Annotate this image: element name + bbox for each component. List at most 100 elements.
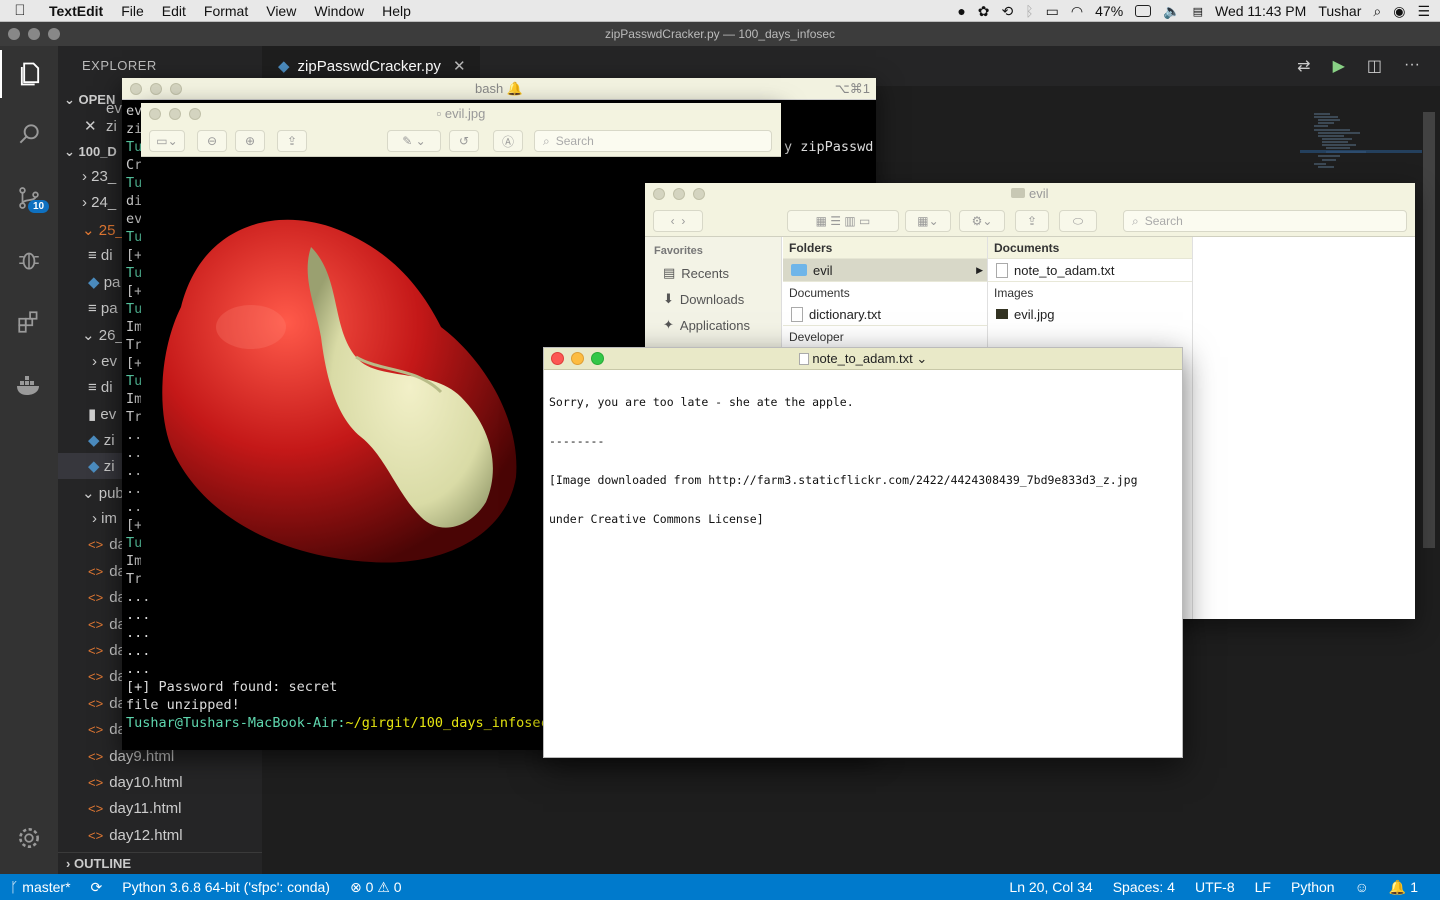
minimize-button[interactable] bbox=[150, 83, 162, 95]
preview-search-input[interactable]: ⌕ Search bbox=[534, 130, 772, 152]
folder-row-evil[interactable]: evil ▶ bbox=[783, 259, 987, 281]
tags-button[interactable]: ⬭ bbox=[1059, 210, 1097, 232]
menu-app-name[interactable]: TextEdit bbox=[40, 3, 112, 19]
sidebar-item-applications[interactable]: ✦ Applications bbox=[663, 317, 750, 333]
wifi-icon[interactable]: ◠ bbox=[1071, 3, 1083, 20]
minimize-button[interactable] bbox=[169, 108, 181, 120]
minimize-button[interactable] bbox=[571, 352, 584, 365]
input-flag-icon[interactable]: ▤ bbox=[1193, 5, 1203, 18]
menu-format[interactable]: Format bbox=[195, 3, 257, 19]
airplay-icon[interactable]: ▭ bbox=[1046, 3, 1059, 20]
tree-item-3[interactable]: › 24_ bbox=[82, 194, 116, 211]
language-mode[interactable]: Python bbox=[1281, 879, 1345, 895]
siri-icon[interactable]: ◉ bbox=[1393, 3, 1405, 20]
tree-item-11[interactable]: ▮ ev bbox=[88, 405, 116, 423]
minimize-button[interactable] bbox=[673, 188, 685, 200]
cursor-position[interactable]: Ln 20, Col 34 bbox=[999, 879, 1102, 895]
tree-item-26[interactable]: <> day11.html bbox=[88, 800, 181, 817]
notifications[interactable]: 🔔 1 bbox=[1379, 879, 1428, 896]
file-row-evil-jpg[interactable]: evil.jpg bbox=[988, 303, 1192, 325]
indentation[interactable]: Spaces: 4 bbox=[1103, 879, 1185, 895]
group-button[interactable]: ▦⌄ bbox=[905, 210, 951, 232]
clock[interactable]: Wed 11:43 PM bbox=[1215, 3, 1306, 19]
close-tab-icon[interactable]: ✕ bbox=[453, 57, 466, 75]
textedit-document-body[interactable]: Sorry, you are too late - she ate the ap… bbox=[549, 370, 1138, 552]
tree-item-4[interactable]: ⌄ 25_ bbox=[82, 221, 124, 239]
explorer-icon[interactable] bbox=[0, 50, 58, 98]
battery-icon[interactable] bbox=[1135, 5, 1152, 17]
file-row-dictionary[interactable]: dictionary.txt bbox=[783, 303, 987, 325]
spotlight-icon[interactable]: ⌕ bbox=[1373, 3, 1381, 20]
tree-item-6[interactable]: ◆ pa bbox=[88, 273, 120, 291]
tree-item-14[interactable]: ⌄ pub bbox=[82, 484, 124, 502]
tree-item-16[interactable]: <> da bbox=[88, 536, 126, 553]
feedback-icon[interactable]: ☺ bbox=[1345, 879, 1379, 895]
tree-item-18[interactable]: <> da bbox=[88, 589, 126, 606]
end-of-line[interactable]: LF bbox=[1245, 879, 1281, 895]
encoding[interactable]: UTF-8 bbox=[1185, 879, 1245, 895]
user-name[interactable]: Tushar bbox=[1318, 3, 1361, 19]
open-changes-icon[interactable]: ⇄ bbox=[1297, 56, 1310, 76]
outline-section[interactable]: › OUTLINE bbox=[58, 852, 262, 874]
share-button[interactable]: ⇪ bbox=[277, 130, 307, 152]
tree-item-7[interactable]: ≡ pa bbox=[88, 300, 118, 317]
tree-item-5[interactable]: ≡ di bbox=[88, 247, 113, 264]
extensions-icon[interactable] bbox=[0, 298, 58, 346]
problems-indicator[interactable]: ⊗ 0 ⚠ 0 bbox=[340, 879, 412, 896]
menu-edit[interactable]: Edit bbox=[153, 3, 195, 19]
textedit-window[interactable]: note_to_adam.txt ⌄ Sorry, you are too la… bbox=[543, 347, 1183, 758]
tree-item-1[interactable]: zi bbox=[106, 118, 117, 135]
tree-item-10[interactable]: ≡ di bbox=[88, 379, 113, 396]
tree-item-2[interactable]: › 23_ bbox=[82, 168, 116, 185]
notification-center-icon[interactable]: ☰ bbox=[1417, 3, 1430, 20]
run-icon[interactable]: ▶ bbox=[1333, 56, 1345, 76]
file-row-note-to-adam[interactable]: note_to_adam.txt bbox=[988, 259, 1192, 281]
tree-item-19[interactable]: <> da bbox=[88, 616, 126, 633]
zoom-button[interactable] bbox=[591, 352, 604, 365]
rotate-button[interactable]: ↺ bbox=[449, 130, 479, 152]
search-icon[interactable] bbox=[0, 110, 58, 158]
close-button[interactable] bbox=[130, 83, 142, 95]
battery-percent[interactable]: 47% bbox=[1095, 3, 1123, 19]
menu-help[interactable]: Help bbox=[373, 3, 420, 19]
manage-gear-icon[interactable] bbox=[0, 814, 58, 862]
tree-item-24[interactable]: <> day9.html bbox=[88, 748, 174, 765]
annotate-button[interactable]: Ⓐ bbox=[493, 130, 523, 152]
tree-item-23[interactable]: <> da bbox=[88, 721, 126, 738]
sidebar-item-downloads[interactable]: ⬇ Downloads bbox=[663, 291, 744, 307]
tree-item-12[interactable]: ◆ zi bbox=[88, 431, 115, 449]
source-control-icon[interactable] bbox=[0, 174, 58, 222]
time-machine-icon[interactable]: ⟲ bbox=[1002, 3, 1014, 20]
zoom-button[interactable] bbox=[189, 108, 201, 120]
menu-extra-icon[interactable]: ✿ bbox=[978, 3, 990, 20]
close-button[interactable] bbox=[551, 352, 564, 365]
volume-icon[interactable]: 🔈 bbox=[1163, 3, 1180, 20]
minimize-button[interactable] bbox=[28, 28, 40, 40]
back-forward-buttons[interactable]: ‹ › bbox=[653, 210, 703, 232]
menu-view[interactable]: View bbox=[257, 3, 305, 19]
zoom-out-button[interactable]: ⊖ bbox=[197, 130, 227, 152]
action-gear-button[interactable]: ⚙⌄ bbox=[959, 210, 1005, 232]
tree-item-22[interactable]: <> da bbox=[88, 695, 126, 712]
apple-icon[interactable]:  bbox=[0, 2, 40, 19]
debug-icon[interactable] bbox=[0, 236, 58, 284]
tree-item-15[interactable]: › im bbox=[92, 510, 117, 527]
shell-prompt[interactable]: Tushar@Tushars-MacBook-Air:~/girgit/100_… bbox=[126, 714, 549, 732]
git-branch[interactable]: ᚴ master* bbox=[0, 879, 81, 895]
tree-item-27[interactable]: <> day12.html bbox=[88, 827, 183, 844]
bluetooth-icon[interactable]: ᛒ bbox=[1025, 3, 1033, 19]
zoom-in-button[interactable]: ⊕ bbox=[235, 130, 265, 152]
zoom-button[interactable] bbox=[693, 188, 705, 200]
python-interpreter[interactable]: Python 3.6.8 64-bit ('sfpc': conda) bbox=[112, 879, 340, 895]
finder-search-input[interactable]: ⌕ Search bbox=[1123, 210, 1407, 232]
tree-item-8[interactable]: ⌄ 26_ bbox=[82, 326, 124, 344]
close-button[interactable] bbox=[149, 108, 161, 120]
menu-file[interactable]: File bbox=[112, 3, 153, 19]
close-button[interactable] bbox=[653, 188, 665, 200]
tree-item-21[interactable]: <> da bbox=[88, 668, 126, 685]
sidebar-item-recents[interactable]: ▤ Recents bbox=[663, 265, 729, 281]
sync-icon[interactable]: ⟳ bbox=[81, 879, 113, 896]
tree-item-13[interactable]: ◆ zi bbox=[88, 457, 115, 475]
status-app-icon[interactable]: ● bbox=[957, 3, 965, 19]
markup-button[interactable]: ✎ ⌄ bbox=[387, 130, 441, 152]
